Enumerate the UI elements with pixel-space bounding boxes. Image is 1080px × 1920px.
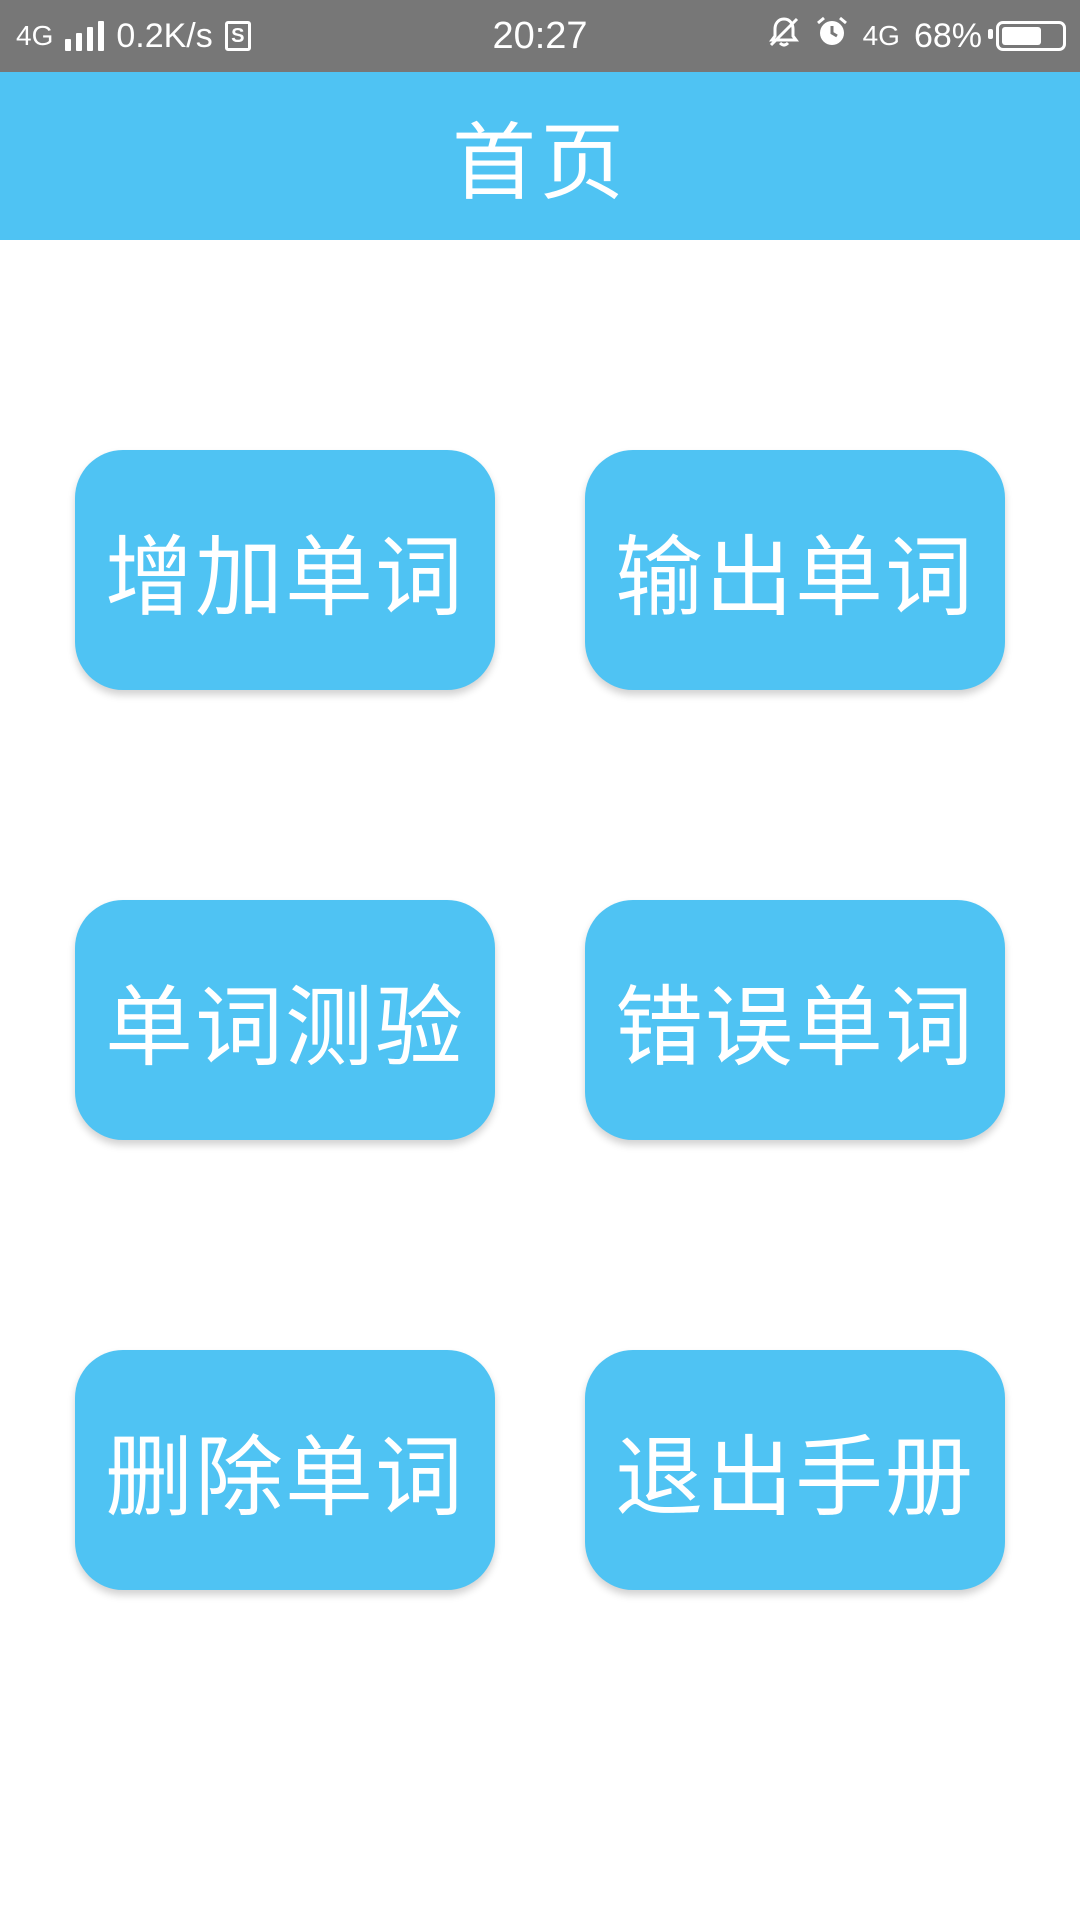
network-type-right: 4G	[862, 20, 900, 51]
battery-outline	[996, 21, 1066, 51]
output-words-label: 输出单词	[614, 525, 975, 629]
app-screen: 4G 0.2K/s S 20:27 4G 68% 首页 增加单词 输出单词 单词…	[0, 0, 1080, 1920]
battery-level	[1002, 27, 1041, 45]
status-time: 20:27	[492, 14, 588, 57]
wrong-words-button[interactable]: 错误单词	[585, 900, 1005, 1140]
app-bar: 首页	[0, 72, 1080, 240]
word-quiz-button[interactable]: 单词测验	[75, 900, 495, 1140]
output-words-button[interactable]: 输出单词	[585, 450, 1005, 690]
battery-icon	[988, 21, 1066, 51]
delete-word-button[interactable]: 删除单词	[75, 1350, 495, 1590]
wrong-words-label: 错误单词	[614, 975, 975, 1079]
sim-icon: S	[224, 21, 251, 51]
status-bar: 4G 0.2K/s S 20:27 4G 68%	[0, 0, 1080, 72]
network-speed: 0.2K/s	[116, 16, 213, 55]
exit-handbook-button[interactable]: 退出手册	[585, 1350, 1005, 1590]
status-right: 4G 68%	[767, 0, 1066, 72]
add-word-label: 增加单词	[104, 525, 465, 629]
battery-percent: 68%	[913, 16, 982, 55]
page-title: 首页	[451, 113, 628, 212]
signal-icon	[65, 21, 105, 51]
status-left: 4G 0.2K/s S	[16, 0, 251, 72]
battery-tip	[988, 29, 993, 39]
delete-word-label: 删除单词	[104, 1425, 465, 1529]
menu-grid: 增加单词 输出单词 单词测验 错误单词 删除单词 退出手册	[75, 450, 1005, 1590]
word-quiz-label: 单词测验	[104, 975, 465, 1079]
mute-icon	[767, 15, 801, 58]
alarm-icon	[815, 15, 849, 58]
add-word-button[interactable]: 增加单词	[75, 450, 495, 690]
network-type-label: 4G	[16, 20, 54, 51]
exit-handbook-label: 退出手册	[614, 1425, 975, 1529]
